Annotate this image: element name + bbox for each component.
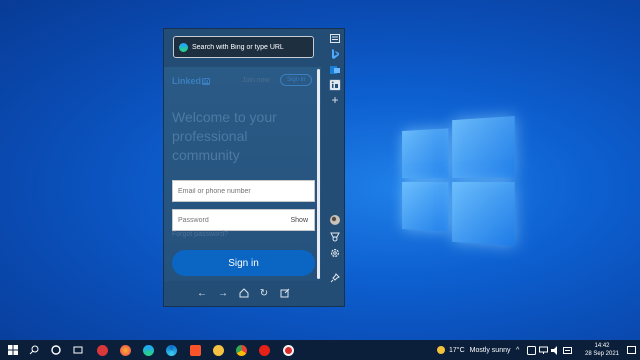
notifications-icon[interactable] (627, 340, 636, 360)
email-field[interactable] (172, 180, 315, 202)
cortana-icon[interactable] (49, 343, 63, 357)
youtube-music-icon[interactable] (257, 343, 271, 357)
weather-temp: 17°C (449, 347, 465, 354)
gear-icon[interactable] (329, 247, 341, 259)
home-icon[interactable] (238, 288, 250, 302)
sign-in-top-button[interactable]: Sign in (280, 74, 312, 86)
address-input[interactable] (192, 44, 312, 51)
network-icon[interactable] (539, 340, 548, 360)
collections-icon[interactable] (329, 32, 341, 44)
forgot-password-link[interactable]: Forgot password? (172, 231, 228, 238)
email-input[interactable] (178, 188, 278, 195)
search-icon[interactable] (27, 343, 41, 357)
chrome-canary-icon[interactable] (211, 343, 225, 357)
bing-icon[interactable] (329, 48, 341, 60)
navigation-bar: ← → ↻ (164, 283, 345, 307)
password-field[interactable]: Show (172, 209, 315, 231)
rewards-icon[interactable] (329, 231, 341, 243)
volume-icon[interactable] (551, 340, 560, 360)
refresh-icon[interactable]: ↻ (258, 288, 270, 300)
start-button[interactable] (6, 343, 20, 357)
app-icon[interactable] (281, 343, 295, 357)
back-icon[interactable]: ← (196, 288, 208, 300)
firefox-icon[interactable] (118, 343, 132, 357)
address-bar[interactable] (173, 36, 314, 58)
clock[interactable]: 14:42 28 Sep 2021 (580, 342, 624, 358)
taskbar: 17°C Mostly sunny ^ 14:42 28 Sep 2021 (0, 340, 640, 360)
chrome-icon[interactable] (234, 343, 248, 357)
sun-icon (437, 346, 445, 354)
brave-icon[interactable] (188, 343, 202, 357)
edge-icon (179, 43, 188, 52)
ime-icon[interactable] (563, 340, 572, 360)
edge-taskbar-icon[interactable] (141, 343, 155, 357)
browser-side-panel: + Linkedin Join now Sign in Welcome to y… (163, 28, 345, 307)
side-rail: + (325, 29, 345, 307)
join-now-link[interactable]: Join now (242, 77, 270, 84)
show-hidden-icons-icon[interactable]: ^ (516, 340, 519, 360)
weather-text: Mostly sunny (470, 347, 511, 354)
scrollbar[interactable] (316, 67, 322, 281)
system-tray-app-icon[interactable] (527, 340, 536, 360)
forward-icon[interactable]: → (217, 288, 229, 300)
outlook-icon[interactable] (329, 64, 341, 76)
avatar[interactable] (329, 214, 341, 226)
date: 28 Sep 2021 (580, 350, 624, 358)
page-title: Welcome to your professional community (172, 108, 312, 165)
add-icon[interactable]: + (329, 94, 341, 106)
sign-in-button[interactable]: Sign in (172, 250, 315, 276)
open-in-new-tab-icon[interactable] (279, 288, 291, 302)
show-password-button[interactable]: Show (290, 217, 308, 224)
linkedin-logo[interactable]: Linked in (172, 76, 210, 86)
linkedin-icon[interactable] (329, 79, 341, 91)
password-input[interactable] (178, 217, 278, 224)
vivaldi-icon[interactable] (95, 343, 109, 357)
time: 14:42 (580, 342, 624, 350)
linkedin-login-page: Linked in Join now Sign in Welcome to you… (164, 67, 321, 281)
windows-wallpaper-logo (402, 116, 515, 246)
task-view-icon[interactable] (71, 343, 85, 357)
edge-beta-icon[interactable] (164, 343, 178, 357)
weather-widget[interactable]: 17°C Mostly sunny (437, 340, 511, 360)
